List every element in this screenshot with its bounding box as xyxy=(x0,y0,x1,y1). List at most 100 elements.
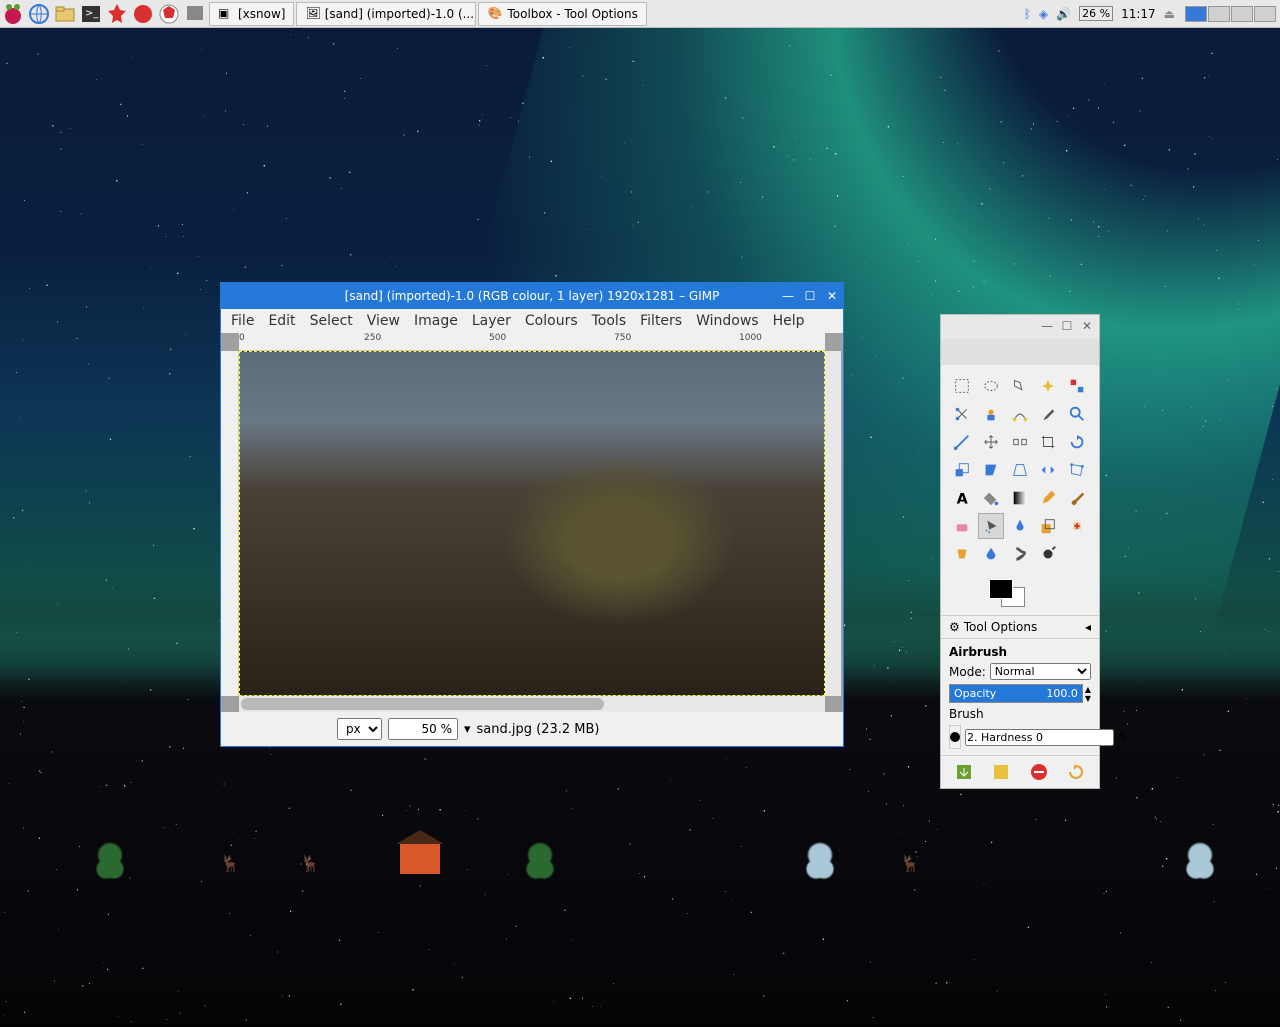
ruler-horizontal[interactable]: 0 250 500 750 1000 xyxy=(239,333,825,351)
color-picker-tool-icon[interactable] xyxy=(1035,401,1061,427)
menu-select[interactable]: Select xyxy=(310,313,353,329)
save-preset-icon[interactable] xyxy=(954,762,974,782)
ellipse-select-tool-icon[interactable] xyxy=(978,373,1004,399)
clone-tool-icon[interactable] xyxy=(1035,513,1061,539)
eject-icon[interactable]: ⏏ xyxy=(1164,7,1175,21)
terminal-icon[interactable]: >_ xyxy=(79,2,103,26)
menu-filters[interactable]: Filters xyxy=(640,313,682,329)
gimp-titlebar[interactable]: [sand] (imported)-1.0 (RGB colour, 1 lay… xyxy=(221,283,843,309)
color-swatches[interactable] xyxy=(941,575,1099,615)
close-button[interactable]: ✕ xyxy=(1079,319,1095,335)
airbrush-tool-icon[interactable] xyxy=(978,513,1004,539)
paintbrush-tool-icon[interactable] xyxy=(1064,485,1090,511)
paths-tool-icon[interactable] xyxy=(1007,401,1033,427)
clock[interactable]: 11:17 xyxy=(1121,7,1156,21)
perspective-tool-icon[interactable] xyxy=(1007,457,1033,483)
workspace-4[interactable] xyxy=(1254,6,1276,22)
workspace-pager[interactable] xyxy=(1185,6,1276,22)
minimize-button[interactable]: — xyxy=(781,289,795,303)
ruler-vertical[interactable] xyxy=(221,351,239,696)
app-icon[interactable] xyxy=(131,2,155,26)
rotate-tool-icon[interactable] xyxy=(1064,429,1090,455)
taskbar-task-xsnow[interactable]: ▣[xsnow] xyxy=(209,2,294,26)
menu-layer[interactable]: Layer xyxy=(472,313,511,329)
crop-tool-icon[interactable] xyxy=(1035,429,1061,455)
workspace-2[interactable] xyxy=(1208,6,1230,22)
fg-color-swatch[interactable] xyxy=(989,579,1013,599)
menu-colours[interactable]: Colours xyxy=(525,313,578,329)
battery-indicator[interactable]: 26 % xyxy=(1079,6,1113,21)
cage-tool-icon[interactable] xyxy=(1064,457,1090,483)
heal-tool-icon[interactable] xyxy=(1064,513,1090,539)
image-canvas[interactable] xyxy=(239,351,825,696)
menu-file[interactable]: File xyxy=(231,313,254,329)
reset-preset-icon[interactable] xyxy=(1066,762,1086,782)
menu-edit[interactable]: Edit xyxy=(268,313,295,329)
perspective-clone-tool-icon[interactable] xyxy=(949,541,975,567)
spinner-down-icon[interactable]: ▼ xyxy=(1085,694,1091,703)
scrollbar-horizontal[interactable] xyxy=(239,696,825,712)
browser-icon[interactable] xyxy=(27,2,51,26)
minimize-button[interactable]: — xyxy=(1039,319,1055,335)
taskbar-task-gimp-image[interactable]: 🖼[sand] (imported)-1.0 (... xyxy=(296,2,476,26)
blur-tool-icon[interactable] xyxy=(978,541,1004,567)
pencil-tool-icon[interactable] xyxy=(1035,485,1061,511)
scale-tool-icon[interactable] xyxy=(949,457,975,483)
menu-arrow-icon[interactable]: ◂ xyxy=(1085,620,1091,634)
tool-grid: A xyxy=(941,365,1099,575)
opacity-slider[interactable]: Opacity 100.0 xyxy=(949,684,1083,703)
restore-preset-icon[interactable] xyxy=(991,762,1011,782)
smudge-tool-icon[interactable] xyxy=(1007,541,1033,567)
raspberry-menu-icon[interactable] xyxy=(1,2,25,26)
workspace-1[interactable] xyxy=(1185,6,1207,22)
taskbar-task-gimp-toolbox[interactable]: 🎨Toolbox - Tool Options xyxy=(478,2,646,26)
bluetooth-icon[interactable]: ᛒ xyxy=(1024,7,1031,21)
fuzzy-select-tool-icon[interactable] xyxy=(1035,373,1061,399)
align-tool-icon[interactable] xyxy=(1007,429,1033,455)
app-icon[interactable] xyxy=(105,2,129,26)
toolbox-titlebar[interactable]: — ☐ ✕ xyxy=(941,315,1099,339)
blend-tool-icon[interactable] xyxy=(1007,485,1033,511)
brush-preview[interactable] xyxy=(949,725,961,749)
filemanager-icon[interactable] xyxy=(53,2,77,26)
unit-select[interactable]: px xyxy=(337,718,382,740)
by-color-select-tool-icon[interactable] xyxy=(1064,373,1090,399)
bucket-fill-tool-icon[interactable] xyxy=(978,485,1004,511)
dodge-tool-icon[interactable] xyxy=(1035,541,1061,567)
mode-select[interactable]: Normal xyxy=(990,663,1091,680)
brush-name-input[interactable] xyxy=(965,729,1114,746)
menu-windows[interactable]: Windows xyxy=(696,313,759,329)
spinner-up-icon[interactable]: ▲ xyxy=(1085,685,1091,694)
move-tool-icon[interactable] xyxy=(978,429,1004,455)
workspace-3[interactable] xyxy=(1231,6,1253,22)
shear-tool-icon[interactable] xyxy=(978,457,1004,483)
menu-view[interactable]: View xyxy=(367,313,400,329)
free-select-tool-icon[interactable] xyxy=(1007,373,1033,399)
flip-tool-icon[interactable] xyxy=(1035,457,1061,483)
app-icon[interactable] xyxy=(157,2,181,26)
zoom-dropdown-icon[interactable]: ▾ xyxy=(464,722,471,737)
scissors-tool-icon[interactable] xyxy=(949,401,975,427)
wifi-icon[interactable]: ◈ xyxy=(1039,7,1048,21)
close-button[interactable]: ✕ xyxy=(825,289,839,303)
measure-tool-icon[interactable] xyxy=(949,429,975,455)
maximize-button[interactable]: ☐ xyxy=(1059,319,1075,335)
zoom-input[interactable] xyxy=(388,718,458,740)
menu-help[interactable]: Help xyxy=(773,313,805,329)
ink-tool-icon[interactable] xyxy=(1007,513,1033,539)
menu-tools[interactable]: Tools xyxy=(592,313,627,329)
delete-preset-icon[interactable] xyxy=(1029,762,1049,782)
maximize-button[interactable]: ☐ xyxy=(803,289,817,303)
show-desktop-icon[interactable] xyxy=(183,2,207,26)
eraser-tool-icon[interactable] xyxy=(949,513,975,539)
rect-select-tool-icon[interactable] xyxy=(949,373,975,399)
zoom-tool-icon[interactable] xyxy=(1064,401,1090,427)
scrollbar-vertical[interactable] xyxy=(825,351,841,696)
foreground-select-tool-icon[interactable] xyxy=(978,401,1004,427)
tool-options-header[interactable]: ⚙ Tool Options ◂ xyxy=(941,615,1099,639)
toolbox-tabs[interactable] xyxy=(941,339,1099,365)
volume-icon[interactable]: 🔊 xyxy=(1056,7,1071,21)
brush-edit-icon[interactable]: ✎ xyxy=(1118,731,1127,744)
menu-image[interactable]: Image xyxy=(414,313,458,329)
text-tool-icon[interactable]: A xyxy=(949,485,975,511)
